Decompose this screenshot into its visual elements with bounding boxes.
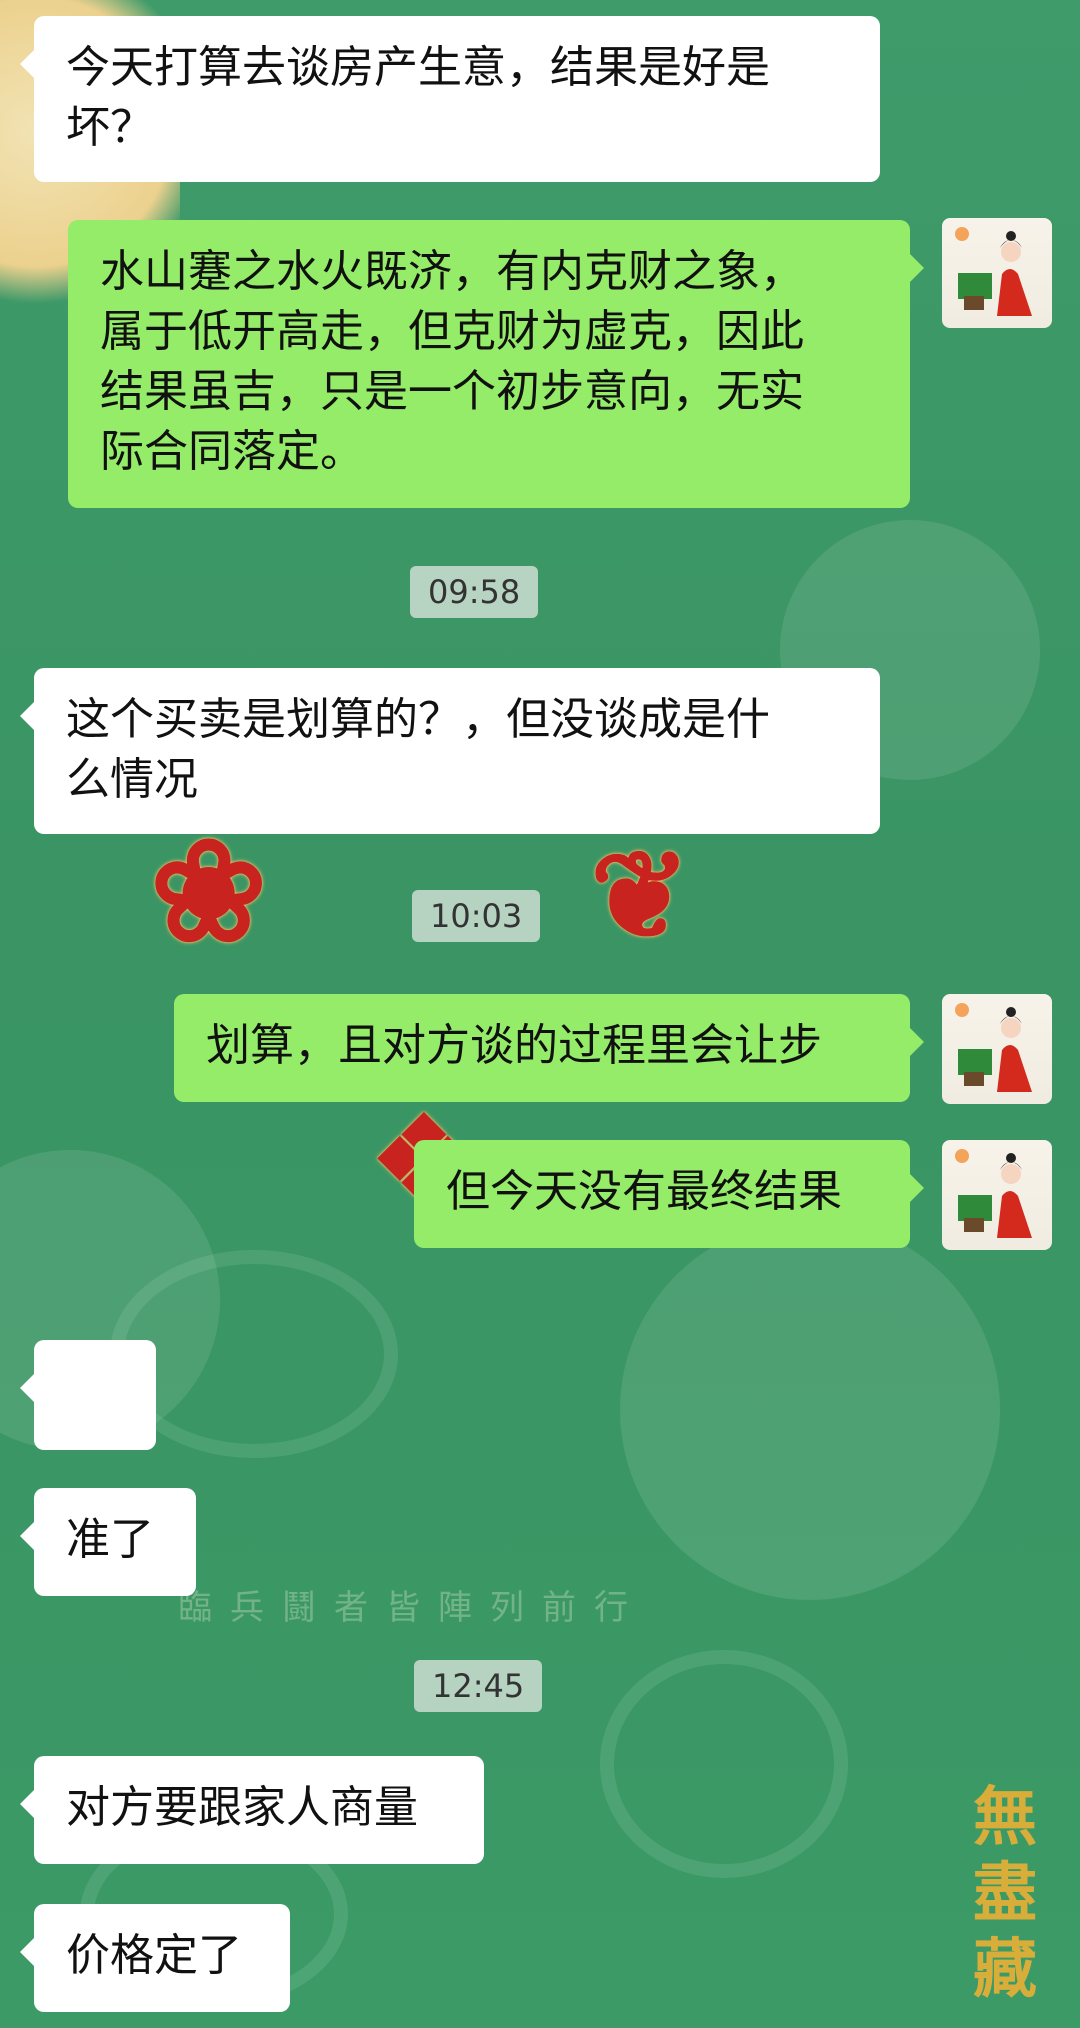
- bg-red-ornament: ❀: [150, 810, 268, 974]
- bg-ornament: [600, 1650, 848, 1878]
- woman-in-red-hanfu-avatar-icon: [955, 1003, 1032, 1092]
- timestamp: 12:45: [414, 1660, 543, 1712]
- bg-watermark-text: 臨兵鬪者皆陣列前行: [178, 1588, 646, 1628]
- message-bubble[interactable]: 👍: [20, 1340, 156, 1543]
- woman-in-red-hanfu-avatar-icon: [955, 227, 1032, 316]
- timestamp: 10:03: [412, 890, 541, 942]
- bg-signature: 無盡藏: [973, 1780, 1037, 2007]
- message-bubble[interactable]: 对方要跟家人商量: [20, 1756, 484, 1864]
- bg-red-ornament: ❦: [590, 825, 691, 966]
- message-bubble-self[interactable]: 但今天没有最终结果: [414, 1140, 924, 1248]
- bg-ornament: [620, 1220, 1000, 1600]
- avatar[interactable]: [942, 994, 1052, 1104]
- message-bubble[interactable]: 价格定了: [20, 1904, 290, 2012]
- avatar[interactable]: [942, 1140, 1052, 1250]
- message-bubble[interactable]: 准了: [20, 1488, 196, 1596]
- message-bubble[interactable]: 今天打算去谈房产生意，结果是好是 坏？: [20, 16, 880, 182]
- woman-in-red-hanfu-avatar-icon: [955, 1149, 1032, 1238]
- message-bubble[interactable]: 这个买卖是划算的？，但没谈成是什 么情况: [20, 668, 880, 834]
- timestamp: 09:58: [410, 566, 539, 618]
- avatar[interactable]: [942, 218, 1052, 328]
- message-bubble-self[interactable]: 水山蹇之水火既济，有内克财之象， 属于低开高走，但克财为虚克，因此 结果虽吉，只…: [68, 220, 924, 508]
- message-bubble-self[interactable]: 划算，且对方谈的过程里会让步: [174, 994, 924, 1102]
